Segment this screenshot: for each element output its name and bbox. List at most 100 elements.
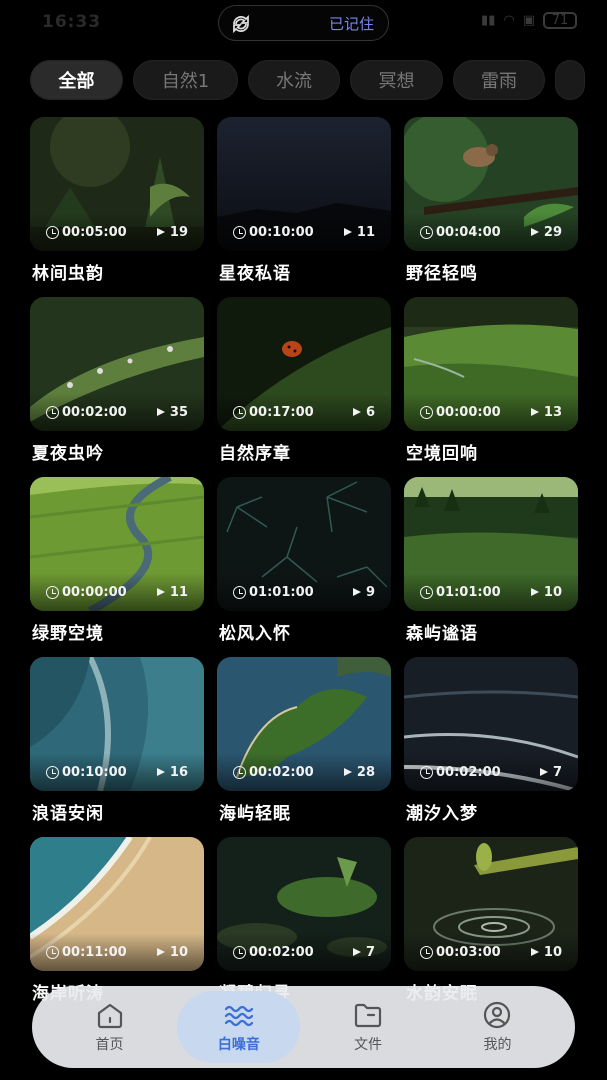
sound-thumbnail[interactable]: 01:01:00 9: [217, 477, 391, 611]
nav-profile[interactable]: 我的: [436, 991, 559, 1063]
duration: 00:11:00: [46, 945, 127, 960]
sound-thumbnail[interactable]: 00:02:00 35: [30, 297, 204, 431]
sound-card[interactable]: 00:05:00 19 林间虫韵: [30, 117, 204, 297]
play-count-text: 16: [169, 764, 188, 780]
nav-white-noise[interactable]: 白噪音: [177, 991, 301, 1063]
sound-title: 星夜私语: [219, 264, 291, 284]
clock-icon: [233, 765, 246, 779]
sound-meta: 00:03:00 10: [404, 933, 578, 971]
play-icon: [352, 408, 361, 416]
play-count: 10: [530, 584, 562, 600]
sound-meta: 00:05:00 19: [30, 213, 204, 251]
play-count: 11: [156, 584, 188, 600]
play-icon: [156, 948, 165, 956]
chip-all[interactable]: 全部: [30, 60, 123, 100]
island-status-text: 已记住: [328, 15, 374, 33]
play-count-text: 7: [552, 764, 562, 780]
sound-title: 林间虫韵: [32, 264, 104, 284]
play-count: 13: [530, 404, 562, 420]
sound-thumbnail[interactable]: 00:02:00 7: [404, 657, 578, 791]
sound-title: 潮汐入梦: [406, 804, 478, 824]
play-count: 10: [530, 944, 562, 960]
sound-card[interactable]: 00:02:00 7 潮汐入梦: [404, 657, 578, 837]
duration: 01:01:00: [420, 585, 501, 600]
play-count-text: 11: [356, 224, 375, 240]
dynamic-island[interactable]: 已记住: [218, 5, 389, 41]
play-count: 10: [156, 945, 188, 960]
sound-thumbnail[interactable]: 00:00:00 11: [30, 477, 204, 611]
sound-meta: 00:11:00 10: [30, 933, 204, 971]
sound-thumbnail[interactable]: 00:10:00 11: [217, 117, 391, 251]
bottom-nav: 首页 白噪音 文件 我的: [32, 986, 575, 1068]
sound-card[interactable]: 01:01:00 9 松风入怀: [217, 477, 391, 657]
sound-thumbnail[interactable]: 00:02:00 7: [217, 837, 391, 971]
sound-card[interactable]: 00:02:00 35 夏夜虫吟: [30, 297, 204, 477]
sound-title: 松风入怀: [219, 624, 291, 644]
clock-icon: [233, 225, 246, 239]
duration-text: 01:01:00: [436, 584, 501, 600]
sound-title: 森屿谧语: [406, 624, 478, 644]
sound-card[interactable]: 00:17:00 6 自然序章: [217, 297, 391, 477]
play-count-text: 13: [543, 404, 562, 420]
duration: 00:02:00: [46, 405, 127, 420]
sound-card[interactable]: 00:10:00 16 浪语安闲: [30, 657, 204, 837]
sound-thumbnail[interactable]: 00:04:00 29: [404, 117, 578, 251]
duration: 00:02:00: [420, 765, 501, 780]
duration: 00:02:00: [233, 765, 314, 780]
chip-meditation[interactable]: 冥想: [350, 60, 443, 100]
clock-icon: [420, 405, 433, 419]
sound-card[interactable]: 00:04:00 29 野径轻鸣: [404, 117, 578, 297]
duration: 00:02:00: [233, 945, 314, 960]
play-icon: [343, 228, 352, 236]
sound-thumbnail[interactable]: 01:01:00 10: [404, 477, 578, 611]
chip-water[interactable]: 水流: [248, 60, 340, 100]
play-icon: [156, 408, 165, 416]
chip-thunderstorm[interactable]: 雷雨: [453, 60, 545, 100]
sound-meta: 00:00:00 13: [404, 393, 578, 431]
sound-card[interactable]: 00:00:00 11 绿野空境: [30, 477, 204, 657]
sound-title: 自然序章: [219, 444, 291, 464]
duration-text: 00:05:00: [62, 224, 127, 240]
clock-icon: [233, 945, 246, 959]
sound-card[interactable]: 00:00:00 13 空境回响: [404, 297, 578, 477]
sound-title: 空境回响: [406, 444, 478, 464]
sound-thumbnail[interactable]: 00:11:00 10: [30, 837, 204, 971]
chip-more[interactable]: [555, 60, 585, 100]
folder-icon: [355, 1003, 382, 1028]
clock-icon: [46, 765, 59, 779]
sound-thumbnail[interactable]: 00:03:00 10: [404, 837, 578, 971]
status-icons: ▮▮ ◠ ▣ 71: [481, 12, 577, 29]
play-count-text: 19: [169, 224, 188, 240]
sound-thumbnail[interactable]: 00:10:00 16: [30, 657, 204, 791]
sound-thumbnail[interactable]: 00:05:00 19: [30, 117, 204, 251]
category-chips: 全部 自然1 水流 冥想 雷雨: [30, 60, 607, 101]
play-icon: [156, 228, 165, 236]
play-icon: [352, 948, 361, 956]
sound-meta: 00:00:00 11: [30, 573, 204, 611]
nav-files[interactable]: 文件: [307, 991, 430, 1063]
nav-home[interactable]: 首页: [48, 991, 171, 1063]
sound-thumbnail[interactable]: 00:00:00 13: [404, 297, 578, 431]
duration: 01:01:00: [233, 585, 314, 600]
duration: 00:03:00: [420, 945, 501, 960]
sound-card[interactable]: 01:01:00 10 森屿谧语: [404, 477, 578, 657]
sound-card[interactable]: 00:02:00 28 海屿轻眠: [217, 657, 391, 837]
play-count-text: 10: [543, 944, 562, 960]
duration: 00:10:00: [46, 765, 127, 780]
clock-icon: [46, 405, 59, 419]
duration: 00:00:00: [420, 405, 501, 420]
play-count-text: 10: [543, 584, 562, 600]
signal-icon: ▮▮: [481, 13, 496, 28]
chip-nature[interactable]: 自然1: [133, 60, 238, 100]
nav-home-label: 首页: [95, 1037, 124, 1053]
sound-thumbnail[interactable]: 00:02:00 28: [217, 657, 391, 791]
clock-icon: [420, 945, 433, 959]
play-count-text: 7: [365, 944, 375, 960]
clock-icon: [46, 225, 59, 239]
sound-thumbnail[interactable]: 00:17:00 6: [217, 297, 391, 431]
play-count-text: 11: [169, 584, 188, 600]
sound-meta: 00:02:00 7: [404, 753, 578, 791]
sound-card[interactable]: 00:10:00 11 星夜私语: [217, 117, 391, 297]
status-time: 16:33: [42, 12, 102, 32]
play-icon: [530, 948, 539, 956]
